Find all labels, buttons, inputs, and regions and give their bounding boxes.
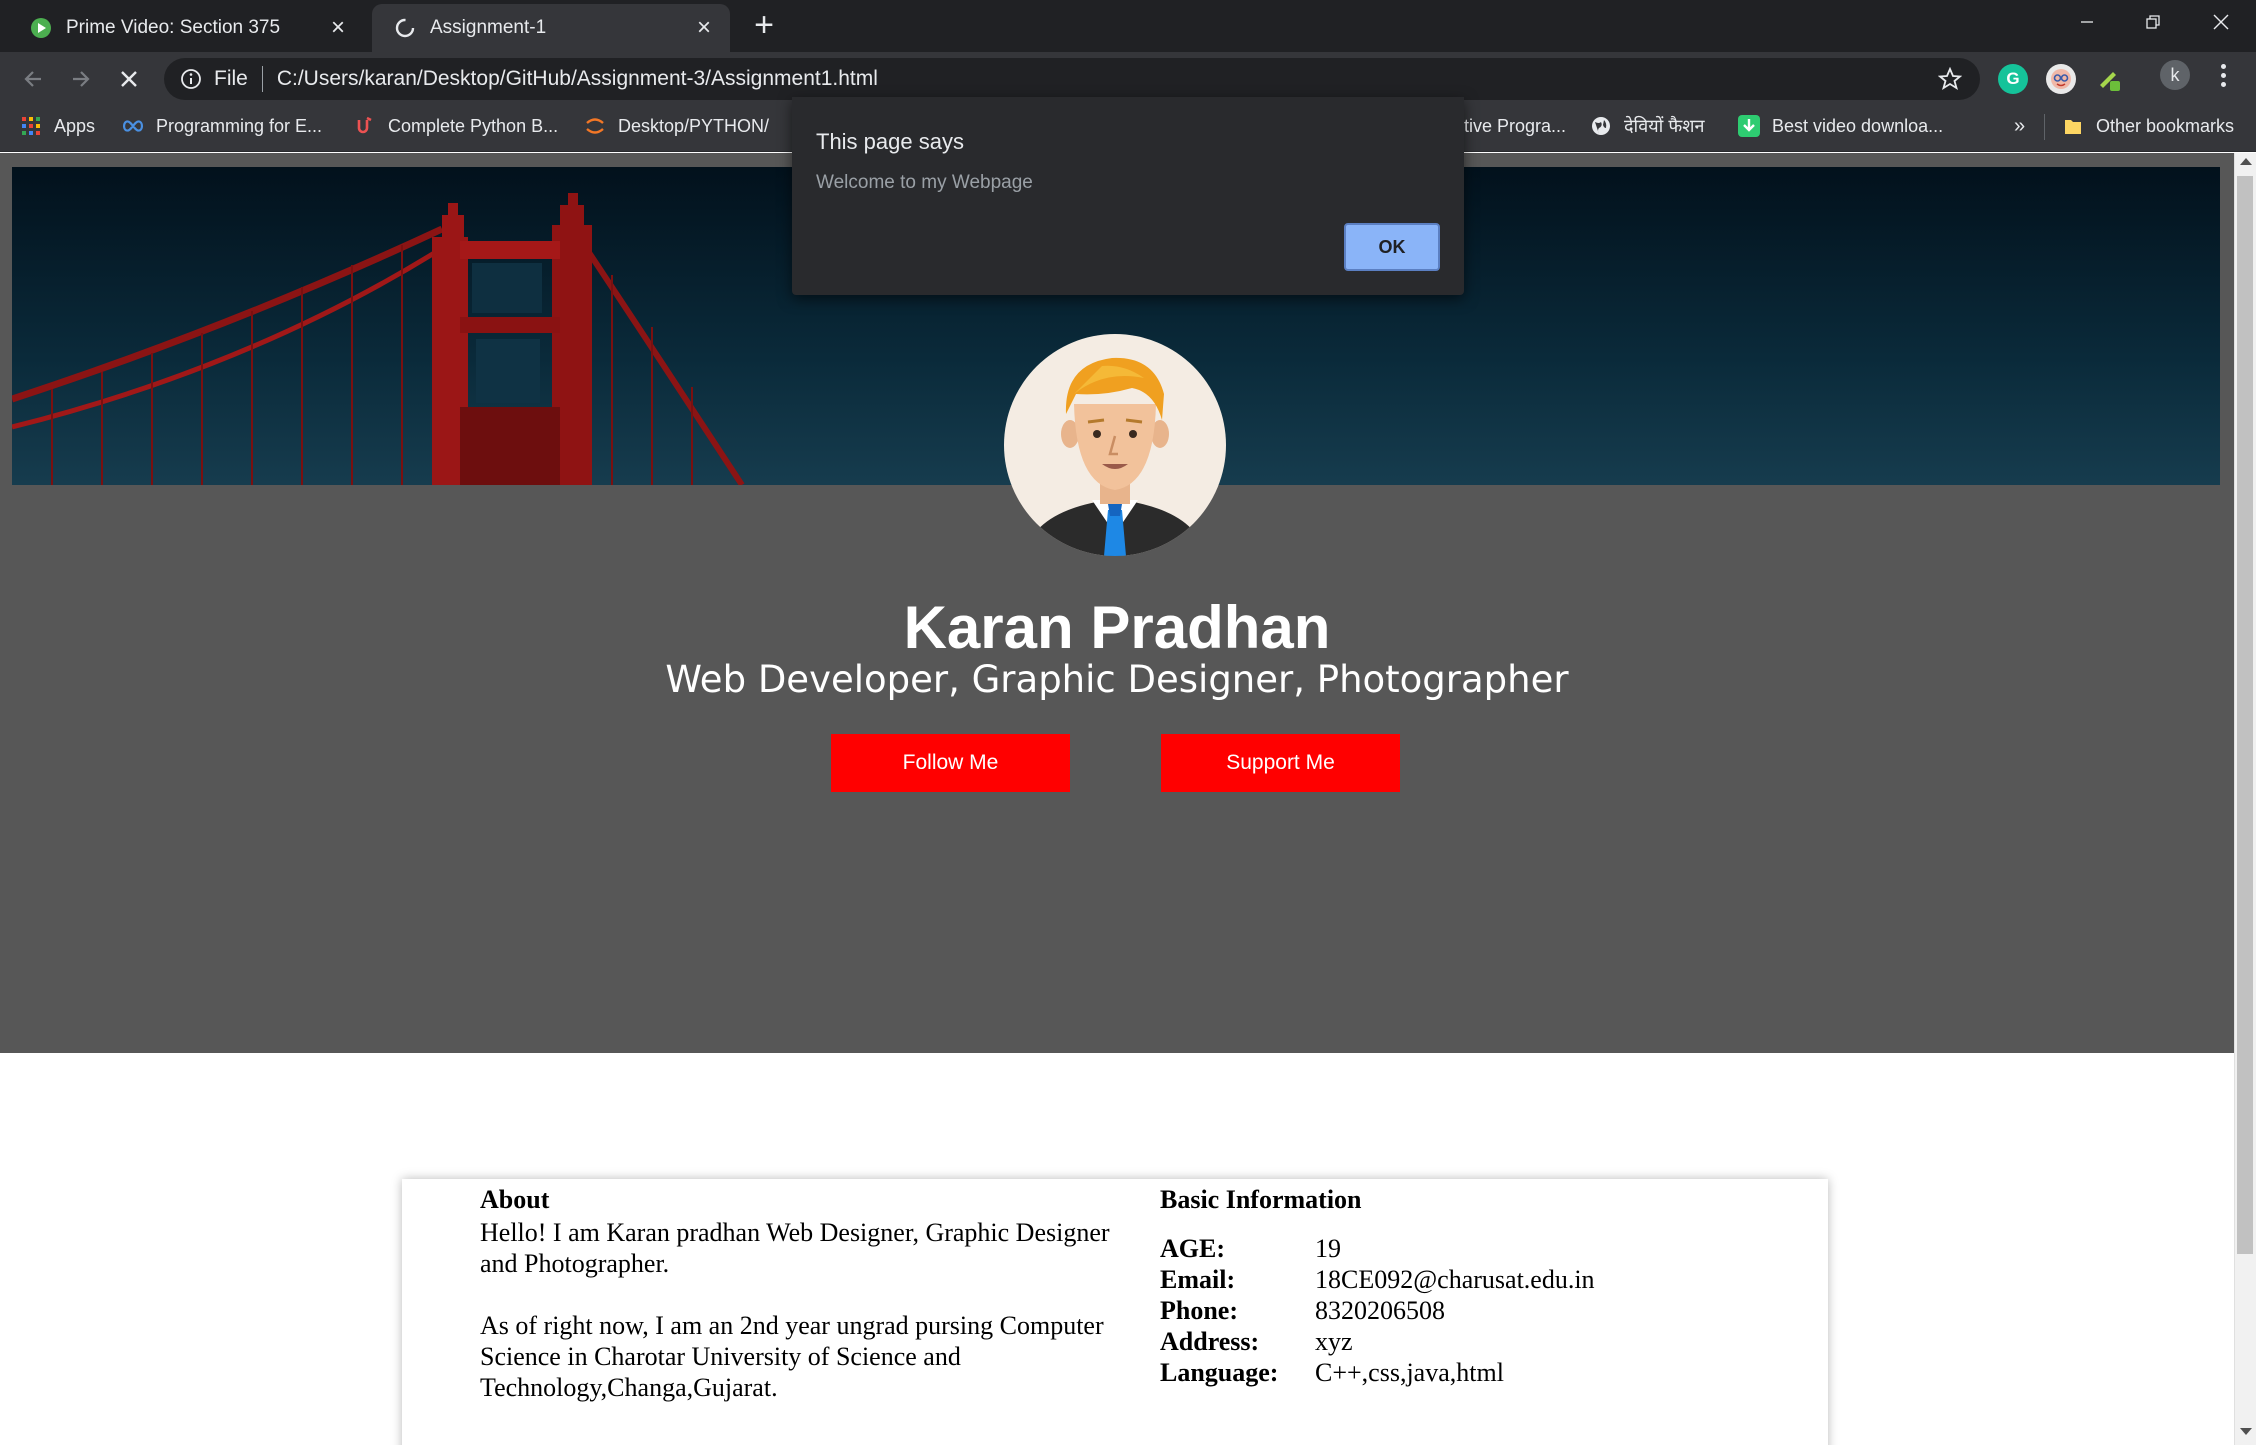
chrome-menu-icon[interactable] — [2210, 60, 2236, 90]
address-divider — [261, 66, 263, 92]
bookmark-apps[interactable]: Apps — [20, 106, 95, 146]
alert-dialog: This page says Welcome to my Webpage OK — [792, 97, 1464, 295]
info-label: Email: — [1160, 1265, 1236, 1294]
info-icon[interactable] — [180, 68, 202, 90]
page-viewport: Karan Pradhan Web Developer, Graphic Des… — [0, 153, 2234, 1445]
tab-assignment[interactable]: Assignment-1 × — [372, 4, 730, 52]
prime-video-icon — [31, 18, 51, 38]
address-bar[interactable]: File C:/Users/karan/Desktop/GitHub/Assig… — [164, 58, 1980, 100]
udemy-icon — [354, 115, 376, 137]
info-label: Language: — [1160, 1358, 1279, 1387]
dialog-title: This page says — [816, 129, 964, 154]
minimize-icon[interactable] — [2052, 0, 2122, 44]
profile-name: Karan Pradhan — [903, 594, 1331, 661]
about-heading: About — [480, 1185, 550, 1214]
bookmarks-divider — [2044, 114, 2045, 140]
stop-loading-icon[interactable] — [110, 60, 148, 98]
restore-icon[interactable] — [2118, 0, 2188, 44]
bookmark-label: देवियों फैशन — [1624, 116, 1705, 136]
bookmark-python-bootcamp[interactable]: Complete Python B... — [354, 106, 558, 146]
grammarly-icon[interactable]: G — [1998, 64, 2028, 94]
info-row-phone: Phone: 8320206508 — [1160, 1295, 1800, 1326]
folder-icon — [2062, 115, 2084, 137]
profile-roles: Web Developer, Graphic Designer, Photogr… — [665, 658, 1569, 701]
basic-information-section: Basic Information AGE: 19 Email: 18CE092… — [1160, 1179, 1800, 1388]
forward-icon[interactable] — [62, 60, 100, 98]
jupyter-icon — [584, 115, 606, 137]
dialog-ok-button[interactable]: OK — [1344, 223, 1440, 271]
info-value: xyz — [1315, 1327, 1353, 1356]
info-row-age: AGE: 19 — [1160, 1233, 1800, 1264]
info-value: 19 — [1315, 1234, 1341, 1263]
extension-face-icon[interactable] — [2046, 64, 2076, 94]
info-value: 8320206508 — [1315, 1296, 1445, 1325]
info-label: AGE: — [1160, 1234, 1225, 1263]
about-section: About Hello! I am Karan pradhan Web Desi… — [480, 1179, 1140, 1403]
info-row-language: Language: C++,css,java,html — [1160, 1357, 1800, 1388]
bookmarks-overflow-button[interactable]: » — [2014, 106, 2025, 146]
globe-icon — [1590, 115, 1612, 137]
tab-close-icon[interactable]: × — [324, 14, 352, 42]
info-label: Address: — [1160, 1327, 1260, 1356]
info-value: C++,css,java,html — [1315, 1358, 1504, 1387]
support-me-button[interactable]: Support Me — [1161, 734, 1400, 792]
bookmark-label: Programming for E... — [156, 115, 323, 136]
profile-avatar-illustration — [1004, 334, 1226, 556]
profile-avatar[interactable]: k — [2160, 60, 2190, 90]
bookmark-competitive-programming[interactable]: tive Progra... — [1464, 106, 1566, 146]
info-label: Phone: — [1160, 1296, 1238, 1325]
bookmark-video-downloader[interactable]: Best video downloa... — [1738, 106, 1943, 146]
bookmark-programming[interactable]: Programming for E... — [122, 106, 322, 146]
bookmark-other-bookmarks[interactable]: Other bookmarks — [2062, 106, 2234, 146]
url-text[interactable]: C:/Users/karan/Desktop/GitHub/Assignment… — [277, 67, 878, 91]
scrollbar-thumb[interactable] — [2237, 176, 2253, 1254]
info-value: 18CE092@charusat.edu.in — [1315, 1265, 1595, 1294]
url-scheme-label: File — [214, 67, 248, 90]
tab-strip: Prime Video: Section 375 × Assignment-1 … — [0, 0, 2256, 52]
chevron-more-icon: » — [2014, 114, 2026, 137]
bookmark-label: Best video downloa... — [1772, 115, 1944, 136]
new-tab-button[interactable]: + — [748, 8, 780, 42]
bookmark-label: Apps — [54, 115, 96, 136]
info-row-email: Email: 18CE092@charusat.edu.in — [1160, 1264, 1800, 1295]
back-icon[interactable] — [14, 60, 52, 98]
bookmark-deviyon-fashion[interactable]: देवियों फैशन — [1590, 106, 1704, 146]
scroll-down-arrow-icon[interactable] — [2240, 1428, 2252, 1435]
about-paragraph-education: As of right now, I am an 2nd year ungrad… — [480, 1311, 1104, 1402]
scroll-up-arrow-icon[interactable] — [2240, 158, 2252, 165]
tab-title: Assignment-1 — [430, 17, 547, 38]
bookmark-label: Other bookmarks — [2096, 115, 2235, 136]
dialog-message: Welcome to my Webpage — [816, 172, 1033, 193]
tab-prime-video[interactable]: Prime Video: Section 375 × — [8, 4, 364, 52]
loading-spinner-icon — [395, 18, 415, 38]
basic-information-heading: Basic Information — [1160, 1185, 1362, 1214]
bookmark-star-icon[interactable] — [1938, 67, 1962, 91]
info-row-address: Address: xyz — [1160, 1326, 1800, 1357]
close-window-icon[interactable] — [2186, 0, 2256, 44]
info-card: About Hello! I am Karan pradhan Web Desi… — [402, 1179, 1828, 1445]
bookmark-label: Complete Python B... — [388, 115, 559, 136]
tab-title: Prime Video: Section 375 — [66, 17, 281, 38]
about-paragraph-intro: Hello! I am Karan pradhan Web Designer, … — [480, 1218, 1110, 1278]
infinity-icon — [122, 115, 144, 137]
bookmark-label: Desktop/PYTHON/ — [618, 115, 770, 136]
download-icon — [1738, 115, 1760, 137]
tab-close-icon[interactable]: × — [690, 14, 718, 42]
follow-me-button[interactable]: Follow Me — [831, 734, 1070, 792]
bookmark-desktop-python[interactable]: Desktop/PYTHON/ — [584, 106, 769, 146]
bookmark-label: tive Progra... — [1464, 115, 1567, 136]
apps-grid-icon — [20, 115, 42, 137]
pencil-extension-icon[interactable] — [2094, 64, 2124, 94]
